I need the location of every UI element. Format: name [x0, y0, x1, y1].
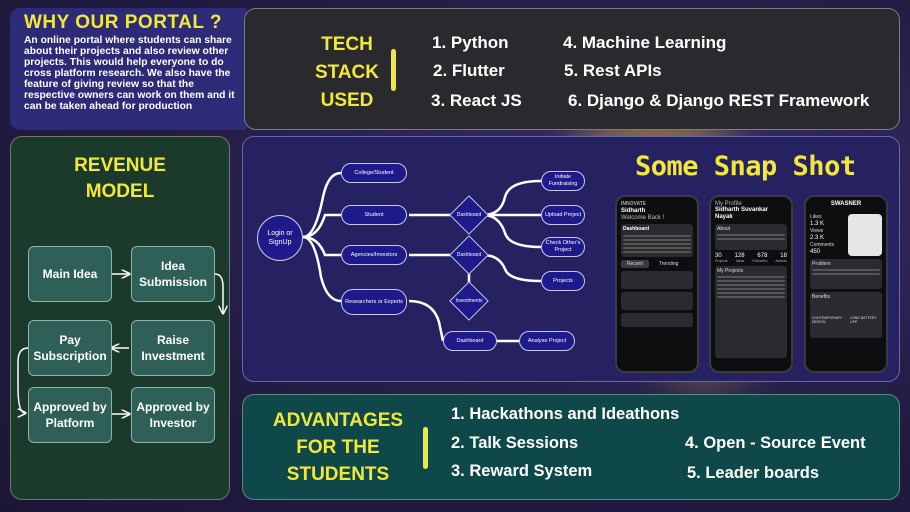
login-signup-node: Login or SignUp — [257, 215, 303, 261]
tech-item: 1. Python — [432, 33, 509, 52]
flow-action-node: Check Other's Project — [541, 237, 585, 257]
tech-stack-title: TECH STACK USED — [307, 31, 387, 115]
flow-decision-label: Investments — [455, 298, 483, 304]
phone-projects-label: My Projects — [717, 268, 744, 274]
revenue-title-line: REVENUE — [74, 155, 166, 176]
divider-bar — [423, 427, 428, 469]
tech-item: 6. Django & Django REST Framework — [568, 91, 870, 110]
phone-screenshot-profile: My Profile Sidharth Suvankar Nayak About… — [709, 195, 793, 373]
revenue-title-line: MODEL — [85, 181, 155, 202]
benefit-item: CONTEMPORARY DESIGN — [812, 316, 842, 324]
divider-bar — [391, 49, 396, 91]
stat-label: Ideas — [735, 259, 745, 263]
phone-section-label: Dashboard — [623, 226, 650, 232]
why-portal-banner: WHY OUR PORTAL ? An online portal where … — [10, 8, 272, 130]
advantages-panel: ADVANTAGES FOR THE STUDENTS 1. Hackathon… — [242, 394, 900, 500]
problem-label: Problem — [812, 261, 831, 267]
phone-username: Sidharth — [621, 208, 646, 214]
advantage-item: 1. Hackathons and Ideathons — [451, 405, 680, 423]
flow-action-node: Initiate Fundraising — [541, 171, 585, 191]
stat-label: Followers — [752, 259, 768, 263]
revenue-step-box: Approved by Platform — [28, 387, 112, 443]
why-portal-title: WHY OUR PORTAL ? — [24, 12, 222, 33]
stat-label: Awards — [775, 259, 787, 263]
flow-role-node: Student — [341, 205, 407, 225]
comments-value: 450 — [810, 249, 821, 255]
flow-decision-label: Dashboard — [456, 212, 482, 218]
phone-problem-card: Problem — [810, 259, 882, 289]
tech-stack-panel: TECH STACK USED 1. Python 2. Flutter 3. … — [244, 8, 900, 130]
phone-dashboard-card: Dashboard — [621, 224, 693, 257]
phone-screenshot-dashboard: INNOVATE Sidharth Welcome Back ! Dashboa… — [615, 195, 699, 373]
benefit-item: LONG BATTERY LIFE — [849, 316, 877, 324]
tech-stack-title-line: TECH — [321, 34, 373, 55]
flow-dashboard-node: Dashboard — [443, 331, 497, 351]
tech-item: 5. Rest APIs — [564, 61, 662, 80]
phone-stat-labels: Projects Ideas Followers Awards — [715, 259, 787, 263]
benefits-label: Benefits — [812, 294, 831, 300]
advantages-title-line: ADVANTAGES — [272, 410, 404, 431]
tech-stack-title-line: USED — [320, 90, 374, 111]
phone-tab: Trending — [658, 261, 679, 267]
advantages-title-line: FOR THE — [296, 437, 380, 458]
views-value: 2.3 K — [810, 235, 825, 241]
phone-tab: Recent — [621, 260, 649, 268]
why-portal-text: An online portal where students can shar… — [24, 35, 235, 112]
phone-about-label: About — [717, 226, 731, 232]
revenue-model-panel: REVENUE MODEL Main Idea Idea Submission … — [10, 136, 230, 500]
phone-brand: INNOVATE — [621, 201, 647, 207]
phone-projects-card: My Projects — [715, 266, 787, 358]
phone-greeting: Welcome Back ! — [621, 215, 665, 221]
flow-action-node: Projects — [541, 271, 585, 291]
phone-project-name: SWASNER — [830, 201, 862, 207]
flow-role-node: College/Student — [341, 163, 407, 183]
phone-benefits-card: Benefits CONTEMPORARY DESIGN LONG BATTER… — [810, 292, 882, 338]
advantages-title-line: STUDENTS — [286, 464, 390, 485]
revenue-step-box: Idea Submission — [131, 246, 215, 302]
advantage-item: 4. Open - Source Event — [685, 434, 866, 452]
likes-label: Likes — [810, 214, 822, 220]
tech-item: 4. Machine Learning — [563, 33, 727, 52]
phone-project-stats: Likes 1.3 K Views 2.3 K Comments 450 — [810, 214, 882, 256]
flow-action-node: Analyse Project — [519, 331, 575, 351]
product-image — [848, 214, 882, 256]
revenue-step-box: Main Idea — [28, 246, 112, 302]
revenue-step-box: Pay Subscription — [28, 320, 112, 376]
revenue-step-box: Raise Investment — [131, 320, 215, 376]
revenue-step-box: Approved by Investor — [131, 387, 215, 443]
flow-action-node: Upload Project — [541, 205, 585, 225]
phone-username: Sidharth Suvankar Nayak — [715, 207, 769, 220]
snapshots-title: Some Snap Shot — [635, 151, 856, 182]
phone-screenshot-project: SWASNER Likes 1.3 K Views 2.3 K Comments… — [804, 195, 888, 373]
tech-item: 2. Flutter — [433, 61, 505, 80]
advantage-item: 3. Reward System — [451, 462, 593, 480]
phone-about-card: About — [715, 224, 787, 250]
likes-value: 1.3 K — [810, 221, 825, 227]
views-label: Views — [810, 228, 824, 234]
advantage-item: 2. Talk Sessions — [451, 434, 579, 452]
flow-role-node: Researchers or Experts — [341, 289, 407, 315]
flowchart-panel: Login or SignUp College/Student Student … — [242, 136, 900, 382]
flow-decision-label: Dashboard — [456, 252, 482, 258]
comments-label: Comments — [810, 242, 835, 248]
stat-label: Projects — [715, 259, 728, 263]
revenue-model-title: REVENUE MODEL — [11, 153, 229, 205]
advantages-title: ADVANTAGES FOR THE STUDENTS — [263, 407, 413, 488]
tech-item: 3. React JS — [431, 91, 522, 110]
flow-role-node: Agencies/Investors — [341, 245, 407, 265]
advantage-item: 5. Leader boards — [687, 464, 820, 482]
tech-stack-title-line: STACK — [314, 62, 380, 83]
phone-tabs: Recent Trending — [621, 260, 693, 268]
